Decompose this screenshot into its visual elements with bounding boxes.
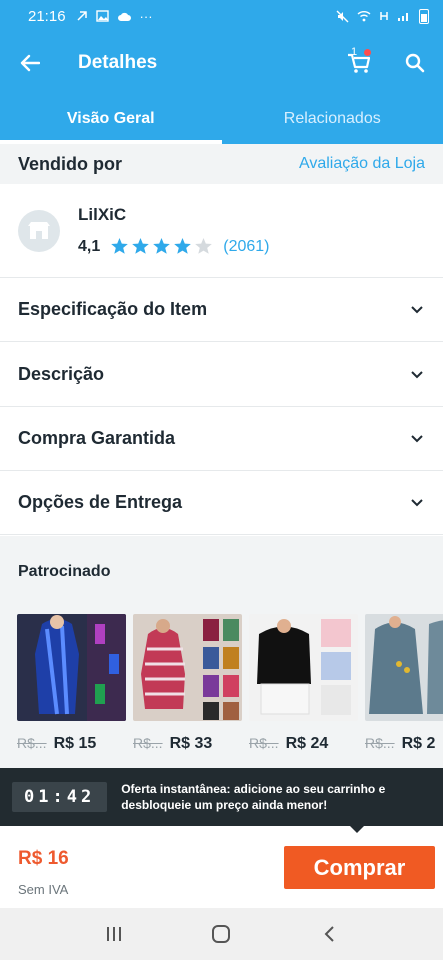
- back-arrow-icon: [20, 54, 40, 72]
- buy-button[interactable]: Comprar: [284, 846, 435, 889]
- flash-banner-pointer: [350, 826, 364, 833]
- wifi-icon: [357, 11, 371, 22]
- nav-back-button[interactable]: [309, 914, 349, 954]
- product-price: R$ 33: [169, 735, 213, 752]
- search-button[interactable]: [387, 32, 443, 94]
- accordion-label: Opções de Entrega: [18, 492, 183, 512]
- star-filled-icon: [111, 238, 129, 254]
- sponsored-products[interactable]: R$... R$ 15 R$... R$ 33 R$... R$ 24 R$..…: [0, 614, 443, 764]
- product-old-price: R$...: [249, 735, 279, 751]
- star-filled-icon: [153, 238, 171, 254]
- back-button[interactable]: [0, 32, 60, 94]
- product-card[interactable]: R$... R$ 24: [249, 614, 365, 764]
- recent-apps-icon: [106, 927, 121, 941]
- product-image: [249, 614, 358, 721]
- sponsored-section: Patrocinado R$... R$ 15 R$... R$ 33 R$..…: [0, 536, 443, 768]
- app-bar: Detalhes 1: [0, 32, 443, 94]
- chevron-down-icon: [411, 434, 423, 442]
- home-button[interactable]: [201, 914, 241, 954]
- store-rating-value: 4,1: [78, 237, 101, 255]
- cart-notification-dot: [364, 49, 371, 56]
- nav-back-icon: [324, 926, 334, 942]
- product-image: [365, 614, 443, 721]
- flash-offer-message-line1: Oferta instantânea: adicione ao seu carr…: [121, 782, 386, 796]
- product-price: R$ 2: [401, 735, 436, 752]
- star-empty-icon: [195, 238, 213, 254]
- chevron-down-icon: [411, 305, 423, 313]
- status-time: 21:16: [28, 7, 66, 25]
- page-title: Detalhes: [78, 52, 158, 73]
- tab-bar: Visão Geral Relacionados: [0, 94, 443, 144]
- product-price-total: R$ 16: [18, 848, 69, 869]
- accordion-item-guaranteed-purchase[interactable]: Compra Garantida: [0, 407, 443, 471]
- accordion-item-delivery-options[interactable]: Opções de Entrega: [0, 471, 443, 535]
- flash-offer-message-line2: desbloqueie um preço ainda menor!: [121, 798, 328, 812]
- accordion-item-description[interactable]: Descrição: [0, 343, 443, 407]
- review-count[interactable]: (2061): [223, 238, 269, 256]
- product-image: [133, 614, 242, 721]
- gallery-icon: [95, 10, 109, 22]
- chevron-down-icon: [411, 370, 423, 378]
- rating-stars: [110, 237, 213, 256]
- tab-related[interactable]: Relacionados: [222, 94, 443, 144]
- store-icon: [28, 221, 50, 239]
- countdown-timer: 01:42: [12, 782, 108, 812]
- store-name: LilXiC: [78, 205, 127, 224]
- store-avatar: [18, 209, 60, 252]
- product-price: R$ 24: [285, 735, 329, 752]
- signal-bars-icon: [398, 13, 408, 21]
- mute-icon: [336, 10, 349, 22]
- more-notifications-icon: ···: [139, 8, 153, 24]
- cart-button[interactable]: 1: [331, 32, 387, 94]
- star-filled-icon: [132, 238, 150, 254]
- sold-by-label: Vendido por: [18, 153, 123, 174]
- store-rating-row: 4,1 (2061): [78, 237, 270, 256]
- product-old-price: R$...: [365, 735, 395, 751]
- tax-note: Sem IVA: [18, 882, 69, 897]
- system-nav-bar: [0, 908, 443, 960]
- product-card[interactable]: R$... R$ 33: [133, 614, 249, 764]
- cart-count-badge: 1: [351, 46, 358, 58]
- sold-by-header: Vendido por Avaliação da Loja: [0, 144, 443, 184]
- product-price: R$ 15: [53, 735, 97, 752]
- accordion-label: Descrição: [18, 364, 105, 384]
- store-rating-link[interactable]: Avaliação da Loja: [299, 155, 425, 173]
- product-old-price: R$...: [17, 735, 47, 751]
- signal-h-icon: [380, 11, 388, 20]
- search-icon: [405, 53, 425, 73]
- product-card[interactable]: R$... R$ 2: [365, 614, 443, 764]
- store-card[interactable]: LilXiC 4,1 (2061): [0, 184, 443, 278]
- product-image: [17, 614, 126, 721]
- recent-apps-button[interactable]: [94, 914, 134, 954]
- accordion-label: Compra Garantida: [18, 428, 176, 448]
- cloud-icon: [117, 12, 131, 21]
- battery-icon: [419, 8, 429, 24]
- home-icon: [212, 925, 231, 943]
- flash-offer-banner[interactable]: 01:42 Oferta instantânea: adicione ao se…: [0, 768, 443, 826]
- accordion-item-specification[interactable]: Especificação do Item: [0, 278, 443, 342]
- product-card[interactable]: R$... R$ 15: [17, 614, 133, 764]
- sponsored-title: Patrocinado: [18, 563, 111, 580]
- purchase-bar: R$ 16 Sem IVA Comprar: [0, 826, 443, 908]
- accordion-label: Especificação do Item: [18, 299, 208, 319]
- chevron-down-icon: [411, 498, 423, 506]
- status-bar: 21:16 ···: [0, 0, 443, 32]
- tab-overview[interactable]: Visão Geral: [0, 94, 222, 144]
- star-filled-icon: [174, 238, 192, 254]
- missed-call-icon: [77, 11, 87, 21]
- product-old-price: R$...: [133, 735, 163, 751]
